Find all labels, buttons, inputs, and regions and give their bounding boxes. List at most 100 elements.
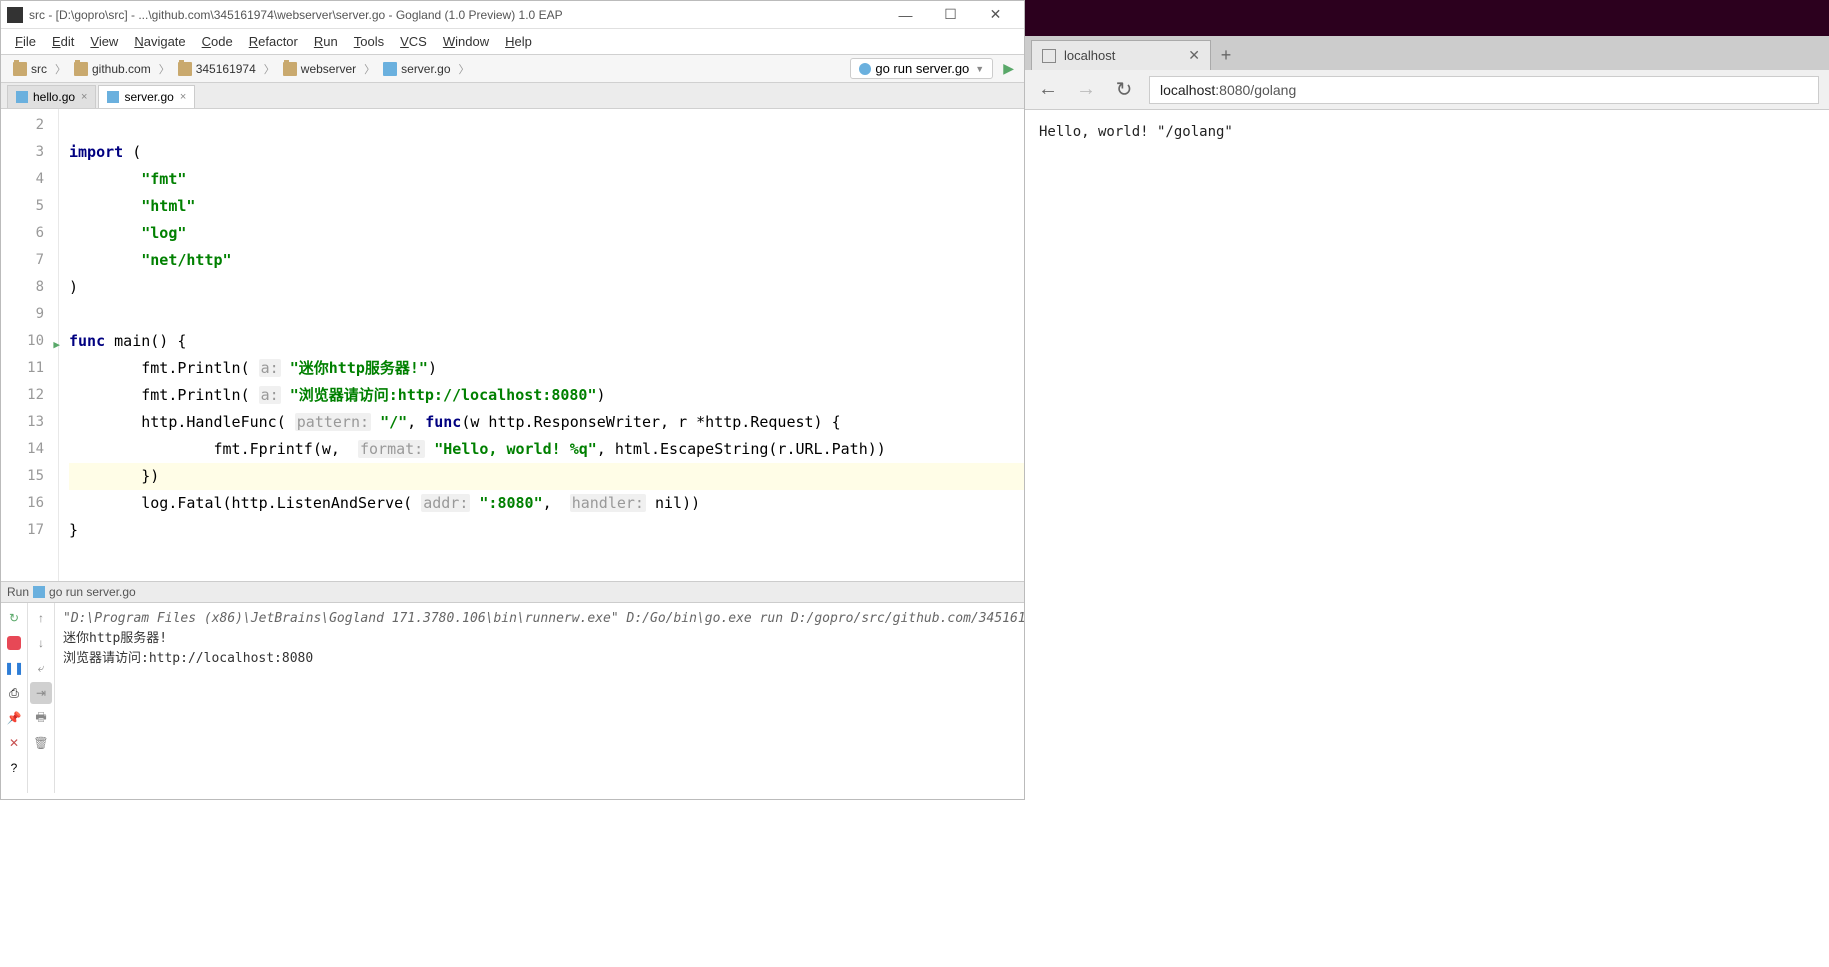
run-panel-label: Run xyxy=(7,585,29,599)
line-number: 16 xyxy=(1,490,44,517)
editor-tabs: hello.go×server.go× xyxy=(1,83,1024,109)
page-icon xyxy=(1042,49,1056,63)
menu-bar: FileEditViewNavigate CodeRefactorRunTools… xyxy=(1,29,1024,55)
close-tab-icon[interactable]: × xyxy=(180,91,186,103)
stop-button[interactable] xyxy=(7,636,21,650)
console-line: 迷你http服务器! xyxy=(63,629,1190,649)
code-line[interactable]: log.Fatal(http.ListenAndServe( addr: ":8… xyxy=(69,490,1024,517)
line-number: 13 xyxy=(1,409,44,436)
menu-run[interactable]: Run xyxy=(308,32,344,51)
print-button[interactable]: 🖶 xyxy=(30,707,52,729)
code-line[interactable]: fmt.Println( a: "迷你http服务器!") xyxy=(69,355,1024,382)
run-button[interactable]: ▶ xyxy=(999,60,1018,77)
pin-button[interactable]: 📌 xyxy=(3,707,25,729)
file-icon xyxy=(383,62,397,76)
code-line[interactable]: func main() { xyxy=(69,328,1024,355)
crumb-server-go[interactable]: server.go xyxy=(377,62,456,76)
run-line-marker-icon[interactable]: ▶ xyxy=(53,331,60,358)
run-tool-column-2: ↑ ↓ ⤶ ⇥ 🖶 🗑 xyxy=(28,603,55,793)
code-line[interactable] xyxy=(69,112,1024,139)
url-rest: :8080/golang xyxy=(1215,82,1296,98)
code-line[interactable]: "fmt" xyxy=(69,166,1024,193)
forward-button[interactable]: → xyxy=(1073,78,1099,101)
line-number: 10 xyxy=(1,328,44,355)
menu-window[interactable]: Window xyxy=(437,32,495,51)
chevron-right-icon: 〉 xyxy=(159,61,170,77)
menu-code[interactable]: Code xyxy=(196,32,239,51)
soft-wrap-button[interactable]: ⤶ xyxy=(30,657,52,679)
minimize-button[interactable]: — xyxy=(883,7,928,23)
new-tab-button[interactable]: + xyxy=(1211,45,1241,70)
breadcrumb: src〉github.com〉345161974〉webserver〉serve… xyxy=(7,61,850,77)
menu-refactor[interactable]: Refactor xyxy=(243,32,304,51)
code-line[interactable]: fmt.Println( a: "浏览器请访问:http://localhost… xyxy=(69,382,1024,409)
go-file-icon xyxy=(16,91,28,103)
tab-hello-go[interactable]: hello.go× xyxy=(7,85,96,108)
tab-server-go[interactable]: server.go× xyxy=(98,85,195,108)
line-number: 7 xyxy=(1,247,44,274)
code-line[interactable]: import ( xyxy=(69,139,1024,166)
close-run-button[interactable]: ✕ xyxy=(3,732,25,754)
menu-tools[interactable]: Tools xyxy=(348,32,390,51)
menu-file[interactable]: File xyxy=(9,32,42,51)
menu-edit[interactable]: Edit xyxy=(46,32,80,51)
crumb-src[interactable]: src xyxy=(7,62,53,76)
chevron-right-icon: 〉 xyxy=(264,61,275,77)
down-button[interactable]: ↓ xyxy=(30,632,52,654)
menu-help[interactable]: Help xyxy=(499,32,538,51)
run-config-selector[interactable]: go run server.go ▼ xyxy=(850,58,993,79)
code-area[interactable]: import ( "fmt" "html" "log" "net/http") f… xyxy=(59,109,1024,581)
close-tab-icon[interactable]: × xyxy=(81,91,87,103)
menu-view[interactable]: View xyxy=(84,32,124,51)
folder-icon xyxy=(283,62,297,76)
gutter: ▶ 234567891011121314151617 xyxy=(1,109,59,581)
url-host: localhost xyxy=(1160,82,1215,98)
folder-icon xyxy=(178,62,192,76)
folder-icon xyxy=(74,62,88,76)
browser-tab[interactable]: localhost ✕ xyxy=(1031,40,1211,70)
browser-tab-title: localhost xyxy=(1064,48,1115,63)
line-number: 8 xyxy=(1,274,44,301)
scroll-to-end-button[interactable]: ⇥ xyxy=(30,682,52,704)
browser-window: localhost ✕ + ← → ↻ localhost:8080/golan… xyxy=(1025,0,1829,800)
run-config-label: go run server.go xyxy=(875,61,969,76)
code-line[interactable]: "log" xyxy=(69,220,1024,247)
code-line[interactable]: http.HandleFunc( pattern: "/", func(w ht… xyxy=(69,409,1024,436)
crumb-345161974[interactable]: 345161974 xyxy=(172,62,262,76)
code-line[interactable] xyxy=(69,301,1024,328)
run-panel-header[interactable]: Run go run server.go xyxy=(1,581,1024,603)
line-number: 5 xyxy=(1,193,44,220)
rerun-button[interactable]: ↻ xyxy=(3,607,25,629)
window-title: src - [D:\gopro\src] - ...\github.com\34… xyxy=(29,8,883,22)
help-button[interactable]: ? xyxy=(3,757,25,779)
menu-vcs[interactable]: VCS xyxy=(394,32,433,51)
clear-button[interactable]: 🗑 xyxy=(30,732,52,754)
ide-window: src - [D:\gopro\src] - ...\github.com\34… xyxy=(0,0,1025,800)
browser-titlebar-dark xyxy=(1025,0,1829,36)
dump-threads-button[interactable]: ⎙ xyxy=(3,682,25,704)
console-line: 浏览器请访问:http://localhost:8080 xyxy=(63,649,1190,669)
url-input[interactable]: localhost:8080/golang xyxy=(1149,76,1819,104)
code-line[interactable]: } xyxy=(69,517,1024,544)
close-button[interactable]: ✕ xyxy=(973,6,1018,23)
code-line[interactable]: "net/http" xyxy=(69,247,1024,274)
pause-button[interactable]: ❚❚ xyxy=(3,657,25,679)
up-button[interactable]: ↑ xyxy=(30,607,52,629)
chevron-right-icon: 〉 xyxy=(55,61,66,77)
browser-tabs: localhost ✕ + xyxy=(1025,36,1829,70)
back-button[interactable]: ← xyxy=(1035,78,1061,101)
close-tab-button[interactable]: ✕ xyxy=(1188,47,1200,64)
crumb-github-com[interactable]: github.com xyxy=(68,62,157,76)
code-line[interactable]: fmt.Fprintf(w, format: "Hello, world! %q… xyxy=(69,436,1024,463)
code-line[interactable]: }) xyxy=(69,463,1024,490)
menu-navigate[interactable]: Navigate xyxy=(128,32,191,51)
code-line[interactable]: "html" xyxy=(69,193,1024,220)
maximize-button[interactable]: ☐ xyxy=(928,6,973,23)
line-number: 6 xyxy=(1,220,44,247)
line-number: 15 xyxy=(1,463,44,490)
browser-address-bar: ← → ↻ localhost:8080/golang xyxy=(1025,70,1829,110)
reload-button[interactable]: ↻ xyxy=(1111,77,1137,102)
crumb-webserver[interactable]: webserver xyxy=(277,62,362,76)
chevron-right-icon: 〉 xyxy=(364,61,375,77)
code-line[interactable]: ) xyxy=(69,274,1024,301)
